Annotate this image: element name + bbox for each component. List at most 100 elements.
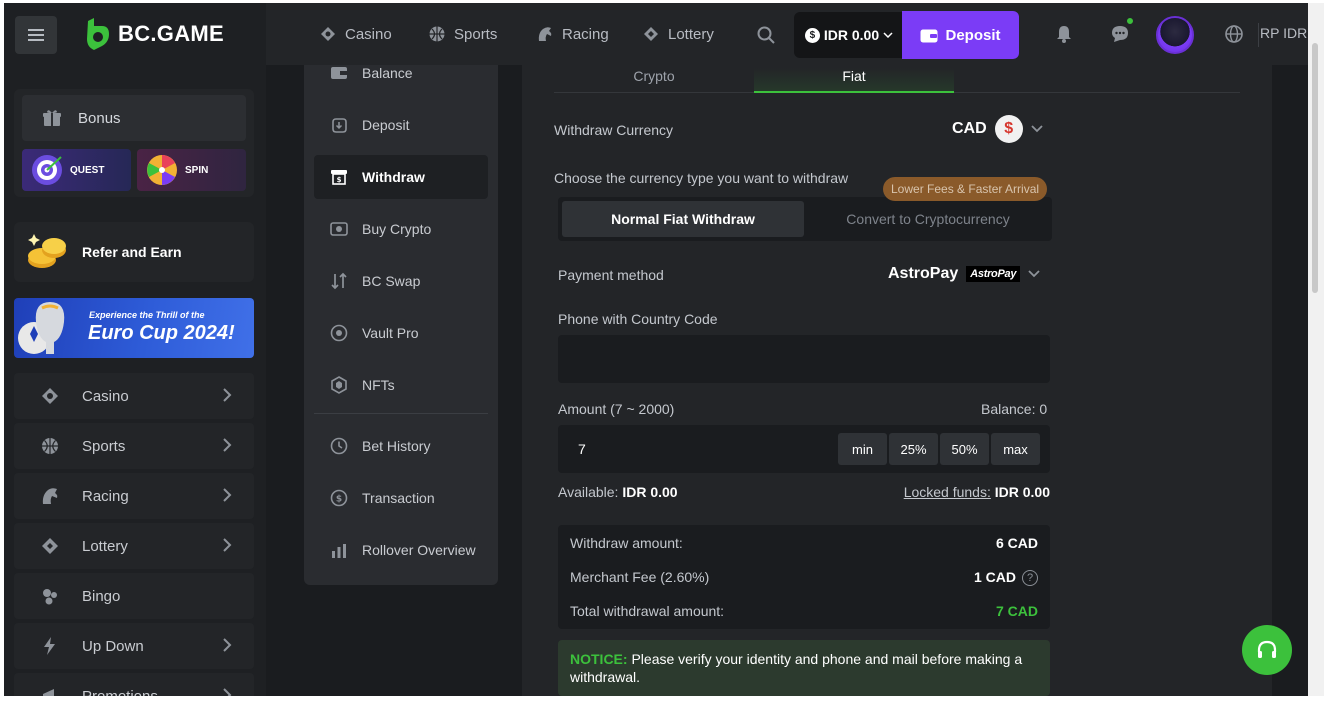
promotions-icon — [43, 689, 54, 696]
chevron-down-icon — [1028, 270, 1040, 278]
locked-funds: Locked funds: IDR 0.00 — [903, 484, 1050, 500]
menu-item-transaction[interactable]: $ Transaction — [314, 476, 488, 520]
currency-display-selector[interactable]: RP IDR — [1260, 25, 1307, 41]
nav-racing[interactable]: Racing — [536, 25, 609, 43]
chat-icon[interactable] — [1110, 24, 1130, 44]
nav-casino[interactable]: Casino — [319, 25, 392, 43]
quest-target-icon — [32, 155, 62, 185]
brand-name: BC.GAME — [118, 21, 224, 46]
user-avatar[interactable] — [1156, 16, 1194, 54]
lottery-icon — [644, 27, 658, 41]
astropay-logo: AstroPay — [966, 266, 1021, 282]
header-divider — [1258, 23, 1259, 47]
hamburger-menu-button[interactable] — [15, 16, 57, 54]
sidebar-item-promotions[interactable]: Promotions — [14, 673, 254, 696]
spin-wheel-icon — [147, 155, 177, 185]
nft-icon — [331, 376, 347, 394]
refer-and-earn-button[interactable]: Refer and Earn — [14, 222, 254, 282]
support-chat-button[interactable] — [1242, 625, 1292, 675]
brand-logo[interactable]: BC.GAME — [84, 17, 224, 51]
svg-text:$: $ — [336, 495, 342, 505]
withdraw-tabs: Crypto Fiat — [554, 65, 1240, 93]
currency-type-toggle: Normal Fiat Withdraw Convert to Cryptocu… — [558, 197, 1052, 241]
menu-item-vault-pro[interactable]: Vault Pro — [314, 311, 488, 355]
help-icon[interactable]: ? — [1022, 570, 1038, 587]
withdraw-panel: Crypto Fiat Withdraw Currency CAD $ Choo… — [522, 65, 1272, 696]
menu-item-bet-history[interactable]: Bet History — [314, 424, 488, 468]
sidebar-item-bingo[interactable]: Bingo — [14, 573, 254, 619]
banner-title: Euro Cup 2024! — [88, 322, 235, 344]
chevron-down-icon — [1031, 125, 1043, 133]
currency-coin-icon: $ — [804, 27, 820, 43]
verification-notice: NOTICE: Please verify your identity and … — [558, 640, 1050, 696]
menu-item-rollover-overview[interactable]: Rollover Overview — [314, 528, 488, 572]
tab-fiat[interactable]: Fiat — [754, 68, 954, 93]
locked-funds-link[interactable]: Locked funds: — [904, 484, 991, 500]
banner-subtitle: Experience the Thrill of the — [89, 310, 205, 320]
hamburger-icon — [28, 29, 44, 41]
bonus-section: Bonus QUEST SPIN — [14, 89, 254, 197]
coins-stack-icon — [28, 234, 66, 268]
deposit-button[interactable]: Deposit — [902, 11, 1019, 59]
gift-icon — [43, 110, 61, 126]
page-scrollbar-thumb[interactable] — [1312, 43, 1318, 293]
available-funds: Available: IDR 0.00 — [558, 484, 678, 500]
app-window: BC.GAME Casino Sports Racing Lottery $ I… — [4, 3, 1324, 696]
min-button[interactable]: min — [838, 433, 887, 465]
clock-icon — [330, 437, 348, 455]
top-header: BC.GAME Casino Sports Racing Lottery $ I… — [4, 3, 1324, 65]
normal-fiat-withdraw-option[interactable]: Normal Fiat Withdraw — [562, 201, 804, 237]
chevron-right-icon — [223, 388, 232, 402]
quest-button[interactable]: QUEST — [22, 149, 131, 191]
svg-text:$: $ — [337, 176, 342, 184]
globe-icon[interactable] — [1224, 24, 1244, 44]
menu-item-buy-crypto[interactable]: Buy Crypto — [314, 207, 488, 251]
menu-item-nfts[interactable]: NFTs — [314, 363, 488, 407]
chevron-down-icon — [883, 32, 893, 38]
25-percent-button[interactable]: 25% — [889, 433, 938, 465]
chevron-right-icon — [223, 538, 232, 552]
summary-row: Withdraw amount: 6 CAD — [570, 535, 1038, 551]
menu-item-balance[interactable]: Balance — [314, 51, 488, 95]
phone-input[interactable] — [558, 335, 1050, 383]
summary-row: Merchant Fee (2.60%) 1 CAD? — [570, 569, 1038, 587]
wallet-icon — [920, 29, 938, 42]
summary-row: Total withdrawal amount: 7 CAD — [570, 603, 1038, 619]
tab-crypto[interactable]: Crypto — [554, 68, 754, 93]
withdraw-icon: $ — [331, 170, 347, 185]
sidebar-item-casino[interactable]: Casino — [14, 373, 254, 419]
balance-selector[interactable]: $ IDR 0.00 — [794, 12, 904, 58]
chevron-right-icon — [223, 688, 232, 696]
wallet-menu: Balance Deposit $ Withdraw Buy Crypto BC… — [304, 65, 498, 585]
currency-selector[interactable]: CAD $ — [952, 115, 1043, 143]
chevron-right-icon — [223, 488, 232, 502]
chevron-right-icon — [223, 638, 232, 652]
sidebar-item-racing[interactable]: Racing — [14, 473, 254, 519]
sidebar-item-sports[interactable]: Sports — [14, 423, 254, 469]
nav-sports[interactable]: Sports — [428, 25, 497, 43]
nav-lottery[interactable]: Lottery — [642, 25, 714, 43]
payment-method-selector[interactable]: AstroPay AstroPay — [888, 265, 1040, 283]
casino-icon — [321, 27, 335, 41]
bonus-button[interactable]: Bonus — [22, 95, 246, 141]
spin-button[interactable]: SPIN — [137, 149, 246, 191]
bell-icon[interactable] — [1054, 24, 1074, 44]
menu-item-withdraw[interactable]: $ Withdraw — [314, 155, 488, 199]
balance-label: Balance: 0 — [981, 401, 1048, 417]
cad-coin-icon: $ — [994, 115, 1023, 143]
convert-to-crypto-option[interactable]: Convert to Cryptocurrency — [808, 201, 1048, 237]
payment-method-label: Payment method — [558, 267, 664, 283]
sports-icon — [429, 26, 445, 42]
50-percent-button[interactable]: 50% — [940, 433, 989, 465]
casino-icon — [42, 388, 58, 404]
promo-badge: Lower Fees & Faster Arrival — [883, 177, 1048, 201]
max-button[interactable]: max — [991, 433, 1040, 465]
menu-item-deposit[interactable]: Deposit — [314, 103, 488, 147]
sidebar-item-lottery[interactable]: Lottery — [14, 523, 254, 569]
menu-item-bc-swap[interactable]: BC Swap — [314, 259, 488, 303]
sidebar-item-up-down[interactable]: Up Down — [14, 623, 254, 669]
search-icon[interactable] — [756, 25, 776, 45]
withdraw-currency-label: Withdraw Currency — [554, 122, 674, 138]
bingo-icon — [43, 589, 57, 605]
euro-cup-banner[interactable]: Experience the Thrill of the Euro Cup 20… — [14, 298, 254, 358]
